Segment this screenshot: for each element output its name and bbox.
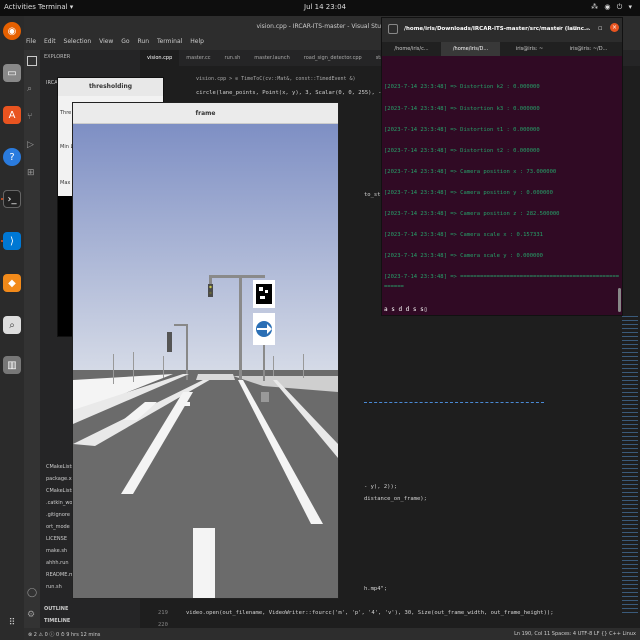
file-item[interactable]: run.sh xyxy=(46,584,62,590)
app-icon[interactable]: ◆ xyxy=(3,274,21,292)
software-icon[interactable]: A xyxy=(3,106,21,124)
magnifier-icon[interactable]: ⌕ xyxy=(3,316,21,334)
breadcrumb[interactable]: vision.cpp > ⊙ TimeToC(cv::Mat&, const::… xyxy=(196,76,356,82)
minimap[interactable] xyxy=(620,66,640,628)
top-bar: Activities Terminal ▾ Jul 14 23:04 ⁂ ◉ ⏻… xyxy=(0,0,640,16)
timeline-section[interactable]: TIMELINE xyxy=(44,618,70,624)
menu-go[interactable]: Go xyxy=(121,38,129,45)
menu-edit[interactable]: Edit xyxy=(44,38,56,45)
file-item[interactable]: .gitignore xyxy=(46,512,70,518)
menu-terminal[interactable]: Terminal xyxy=(157,38,182,45)
code-line: h.mp4"; xyxy=(364,586,388,592)
frame-title[interactable]: frame xyxy=(73,103,338,124)
run-debug-icon[interactable]: ▷ xyxy=(27,140,34,150)
menu-file[interactable]: File xyxy=(26,38,36,45)
frame-window[interactable]: frame xyxy=(72,102,339,599)
account-icon[interactable]: ◯ xyxy=(27,588,37,598)
terminal-output-line: [2023-7-14 23:3:48] => Distortion t2 : 0… xyxy=(384,148,540,154)
file-item[interactable]: LICENSE xyxy=(46,536,67,542)
maximize-icon[interactable]: ▫ xyxy=(598,24,603,32)
running-indicator xyxy=(1,198,3,200)
code-line: distance_on_frame); xyxy=(364,496,427,502)
terminal-tabs: /home/iris/c.../home/iris/D... iris@iris:… xyxy=(382,42,622,56)
file-item[interactable]: ort_mode xyxy=(46,524,70,530)
thresholding-title[interactable]: thresholding xyxy=(58,78,163,96)
code-line: circle(lane_points, Point(x, y), 3, Scal… xyxy=(196,90,392,96)
desktop: Activities Terminal ▾ Jul 14 23:04 ⁂ ◉ ⏻… xyxy=(0,0,640,640)
vscode-icon[interactable]: ⟩ xyxy=(3,232,21,250)
terminal-input[interactable]: a s d d s s▯ xyxy=(384,306,427,313)
code-line: video.open(out_filename, VideoWriter::fo… xyxy=(186,610,554,616)
terminal-output-line: [2023-7-14 23:3:48] => Camera scale y : … xyxy=(384,253,543,259)
status-info[interactable]: Ln 190, Col 11 Spaces: 4 UTF-8 LF {} C++… xyxy=(514,631,636,637)
help-icon[interactable]: ? xyxy=(3,148,21,166)
menu-help[interactable]: Help xyxy=(190,38,204,45)
terminal-tab[interactable]: iris@iris: ~/D... xyxy=(559,42,618,56)
code-line: - y), 2)); xyxy=(364,484,398,490)
terminal-tab[interactable]: /home/iris/c... xyxy=(382,42,441,56)
dock: ◉ ▭ A ? ›_ ⟩ ◆ ⌕ ▥ ⠿ xyxy=(0,16,24,640)
terminal-output-line: [2023-7-14 23:3:48] => Camera position x… xyxy=(384,169,557,175)
new-tab-icon[interactable] xyxy=(388,24,398,34)
files-icon[interactable]: ▭ xyxy=(3,64,21,82)
terminal-output-line: [2023-7-14 23:3:48] => Distortion k2 : 0… xyxy=(384,84,540,90)
system-tray[interactable]: ⁂ ◉ ⏻ ▾ xyxy=(591,3,634,12)
show-apps-icon[interactable]: ⠿ xyxy=(3,614,21,632)
explorer-header: EXPLORER xyxy=(44,54,71,60)
menu-selection[interactable]: Selection xyxy=(64,38,92,45)
status-problems[interactable]: ⊗ 2 ⚠ 0 ⓘ 0 ⏱ 9 hrs 12 mins xyxy=(28,631,100,638)
tab-road-sign-detector[interactable]: road_sign_detector.cpp xyxy=(297,50,369,66)
line-number: 219 xyxy=(158,610,168,616)
source-control-icon[interactable]: ⑂ xyxy=(27,112,32,122)
minimap-content xyxy=(622,316,638,616)
terminal-tab-active[interactable]: /home/iris/D... xyxy=(441,42,500,56)
terminal-output-line: [2023-7-14 23:3:48] => Camera position y… xyxy=(384,190,553,196)
terminal-output-line: [2023-7-14 23:3:48] => Camera position z… xyxy=(384,211,560,217)
firefox-icon[interactable]: ◉ xyxy=(3,22,21,40)
terminal-window[interactable]: /home/iris/Downloads/IRCAR-ITS-master/sr… xyxy=(381,17,623,316)
terminal-tab[interactable]: iris@iris: ~ xyxy=(500,42,559,56)
terminal-output-line: [2023-7-14 23:3:48] => Distortion k3 : 0… xyxy=(384,106,540,112)
tab-master-launch[interactable]: master.launch xyxy=(247,50,296,66)
selection-marker xyxy=(364,402,544,403)
menu-icon[interactable]: ≡ xyxy=(572,24,578,32)
settings-gear-icon[interactable]: ⚙ xyxy=(27,610,35,620)
search-icon[interactable]: ⌕ xyxy=(558,24,562,33)
terminal-output-line: ====== xyxy=(384,284,404,290)
terminal-icon[interactable]: ›_ xyxy=(3,190,21,208)
close-icon[interactable]: × xyxy=(610,23,619,32)
explorer-icon[interactable] xyxy=(27,56,37,66)
activities-button[interactable]: Activities xyxy=(4,3,36,11)
terminal-title: /home/iris/Downloads/IRCAR-ITS-master/sr… xyxy=(404,26,591,32)
tab-master-cc[interactable]: master.cc xyxy=(179,50,217,66)
status-bar: ⊗ 2 ⚠ 0 ⓘ 0 ⏱ 9 hrs 12 mins Ln 190, Col … xyxy=(24,628,640,640)
activity-bar: ⌕ ⑂ ▷ ⊞ ◯ ⚙ xyxy=(24,50,40,628)
tab-vision-cpp[interactable]: vision.cpp xyxy=(140,50,180,66)
running-indicator xyxy=(1,240,3,242)
terminal-titlebar[interactable]: /home/iris/Downloads/IRCAR-ITS-master/sr… xyxy=(382,18,622,42)
terminal-output-line: [2023-7-14 23:3:48] => =================… xyxy=(384,274,620,280)
camera-frame-image xyxy=(73,124,338,598)
terminal-output-line: [2023-7-14 23:3:48] => Distortion t1 : 0… xyxy=(384,127,540,133)
menu-view[interactable]: View xyxy=(99,38,113,45)
search-icon[interactable]: ⌕ xyxy=(27,84,32,94)
clock[interactable]: Jul 14 23:04 xyxy=(304,3,346,11)
app-menu[interactable]: Terminal ▾ xyxy=(38,3,73,11)
minimize-icon[interactable]: – xyxy=(586,24,590,32)
menu-run[interactable]: Run xyxy=(138,38,150,45)
outline-section[interactable]: OUTLINE xyxy=(44,606,68,612)
terminal-output-line: [2023-7-14 23:3:48] => Camera scale x : … xyxy=(384,232,543,238)
trackbar-label: Thre xyxy=(60,110,72,116)
trash-icon[interactable]: ▥ xyxy=(3,356,21,374)
terminal-scrollbar[interactable] xyxy=(618,288,621,312)
tab-run-sh[interactable]: run.sh xyxy=(218,50,248,66)
file-item[interactable]: ahhh.run xyxy=(46,560,69,566)
extensions-icon[interactable]: ⊞ xyxy=(27,168,35,178)
file-item[interactable]: make.sh xyxy=(46,548,67,554)
